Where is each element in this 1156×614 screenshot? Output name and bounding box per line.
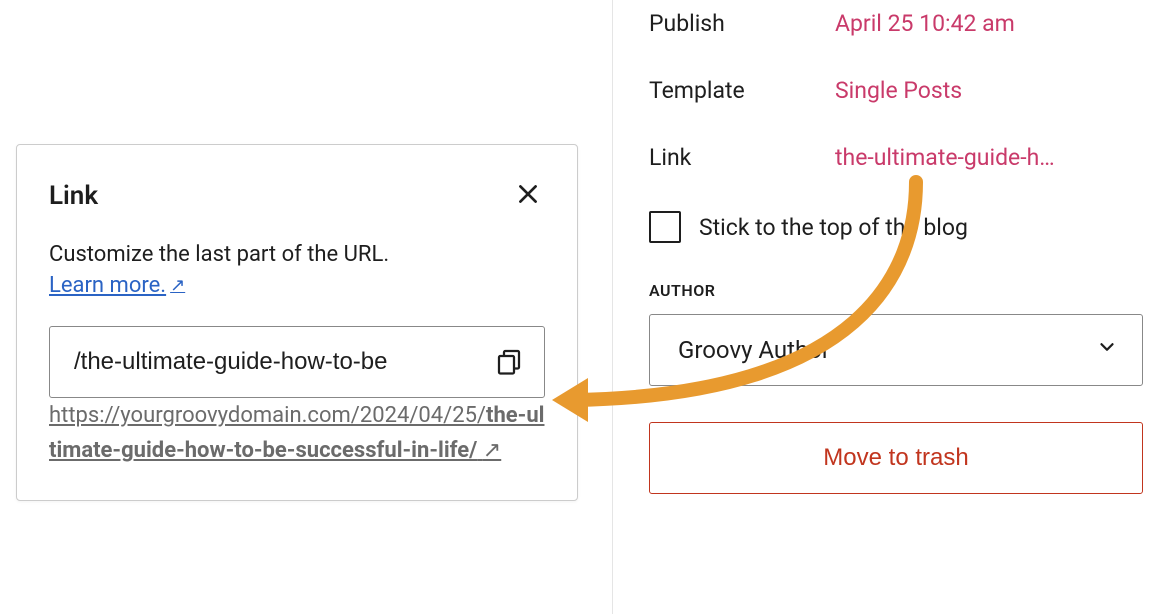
link-label: Link	[649, 144, 835, 171]
copy-button[interactable]	[488, 340, 530, 385]
stick-checkbox[interactable]	[649, 211, 681, 243]
link-popover-title: Link	[49, 181, 98, 211]
trash-button-label: Move to trash	[823, 444, 968, 472]
full-permalink-link[interactable]: https://yourgroovydomain.com/2024/04/25/…	[49, 403, 544, 463]
learn-more-text: Learn more.	[49, 273, 166, 298]
template-label: Template	[649, 77, 835, 104]
move-to-trash-button[interactable]: Move to trash	[649, 422, 1143, 494]
link-value[interactable]: the-ultimate-guide-h…	[835, 144, 1055, 171]
learn-more-link[interactable]: Learn more. ↗	[49, 273, 185, 298]
stick-label: Stick to the top of the blog	[699, 214, 968, 241]
external-link-icon: ↗	[170, 275, 185, 296]
stick-to-top-row: Stick to the top of the blog	[649, 211, 1148, 243]
publish-row: Publish April 25 10:42 am	[649, 10, 1148, 37]
copy-icon	[494, 346, 524, 379]
external-link-icon: ↗	[483, 438, 501, 463]
close-icon	[515, 181, 541, 210]
close-button[interactable]	[511, 177, 545, 214]
link-popover: Link Customize the last part of the URL.…	[16, 144, 578, 501]
link-popover-header: Link	[49, 177, 545, 214]
permalink-input[interactable]	[74, 348, 488, 376]
template-row: Template Single Posts	[649, 77, 1148, 104]
link-row: Link the-ultimate-guide-h…	[649, 144, 1148, 171]
chevron-down-icon	[1096, 336, 1118, 364]
template-value[interactable]: Single Posts	[835, 77, 962, 104]
publish-label: Publish	[649, 10, 835, 37]
publish-value[interactable]: April 25 10:42 am	[835, 10, 1015, 37]
post-settings-sidebar: Publish April 25 10:42 am Template Singl…	[612, 0, 1156, 614]
author-select[interactable]: Groovy Author	[649, 314, 1143, 386]
full-url-prefix: https://yourgroovydomain.com/2024/04/25/	[49, 403, 486, 428]
author-section-label: AUTHOR	[649, 281, 1148, 300]
author-select-value: Groovy Author	[678, 336, 830, 364]
permalink-input-wrap	[49, 326, 545, 398]
link-description: Customize the last part of the URL.	[49, 238, 545, 271]
